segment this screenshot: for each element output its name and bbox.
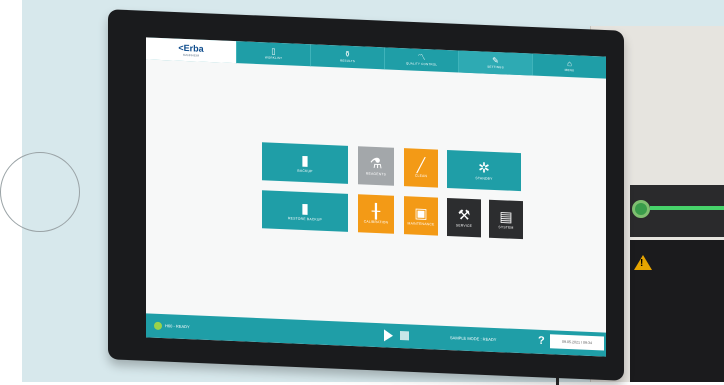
tab-results[interactable]: ⚱ RESULTS [310,44,384,70]
system-state-text: H60 - READY [165,323,190,330]
standby-button[interactable]: ✲ STANDBY [447,149,521,192]
calibration-icon: ╂ [371,202,381,220]
tab-label: QUALITY CONTROL [405,61,438,67]
bottle-restore-icon: ▮ [301,199,309,217]
reagents-icon: ⚗ [369,154,383,172]
tile-label: STANDBY [475,176,493,181]
maintenance-button[interactable]: ▣ MAINTENANCE [404,196,438,236]
system-button[interactable]: ▤ SYSTEM [489,199,523,240]
status-indicator-icon [154,321,162,331]
container-icon: ▣ [414,204,428,222]
tile-label: CLEAN [414,173,428,179]
tab-settings[interactable]: ✎ SETTINGS [458,50,532,76]
backup-button[interactable]: ▮ BACKUP [262,142,348,184]
logo-subtitle: MANNHEIM [182,52,200,58]
service-button[interactable]: ⚒ SERVICE [447,197,481,238]
tab-label: WORKLIST [264,55,283,61]
tab-menu[interactable]: ⌂ MENU [532,53,606,79]
datetime-display: 09.05.2021 / 09:34 [550,334,604,351]
warning-icon: ! [634,255,652,270]
tile-label: CALIBRATION [363,219,389,225]
wrench-icon: ✎ [492,55,499,66]
sample-mode-text: SAMPLE MODE : READY [450,335,497,343]
tab-quality-control[interactable]: 〽 QUALITY CONTROL [384,47,458,73]
calibration-button[interactable]: ╂ CALIBRATION [358,194,394,234]
tile-label: MAINTENANCE [407,221,435,227]
restore-backup-button[interactable]: ▮ RESTORE BACKUP [262,190,348,232]
flask-icon: ⚱ [344,49,351,59]
pipette-icon: ╱ [416,156,426,174]
reagents-button[interactable]: ⚗ REAGENTS [358,146,394,186]
system-icon: ▤ [499,208,513,225]
stop-button[interactable] [400,331,409,341]
tile-label: REAGENTS [365,171,387,177]
clean-button[interactable]: ╱ CLEAN [404,148,438,188]
tab-label: MENU [564,67,575,73]
clipboard-icon: ▯ [271,46,276,56]
help-button[interactable]: ? [538,335,545,347]
tile-label: SERVICE [455,223,473,229]
erba-logo: <Erba MANNHEIM [146,37,236,64]
chart-icon: 〽 [417,52,426,63]
home-icon: ⌂ [567,59,572,69]
decorative-circle [0,152,80,232]
status-led-ring [632,200,650,218]
tools-icon: ⚒ [457,206,471,223]
tile-label: SYSTEM [498,225,514,230]
tab-label: SETTINGS [487,64,504,70]
monitor-screen: <Erba MANNHEIM ▯ WORKLIST ⚱ RESULTS 〽 QU… [146,37,606,357]
tile-label: BACKUP [297,168,313,174]
status-led-bar [650,206,724,210]
tab-label: RESULTS [339,58,355,64]
play-button[interactable] [384,329,393,342]
bottle-icon: ▮ [301,151,309,169]
tile-label: RESTORE BACKUP [287,216,322,222]
tab-worklist[interactable]: ▯ WORKLIST [236,41,310,67]
standby-icon: ✲ [478,159,490,176]
